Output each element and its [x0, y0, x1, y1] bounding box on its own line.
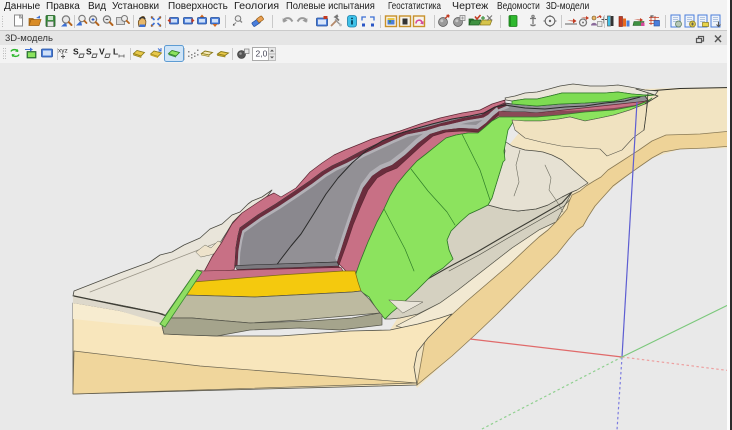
svg-text:V: V: [99, 47, 105, 57]
svg-text:S: S: [86, 47, 92, 57]
svg-text:S: S: [73, 47, 79, 57]
svg-text:2,0: 2,0: [256, 49, 268, 59]
svg-text:L: L: [113, 47, 118, 57]
svg-text:xyz: xyz: [58, 48, 68, 55]
